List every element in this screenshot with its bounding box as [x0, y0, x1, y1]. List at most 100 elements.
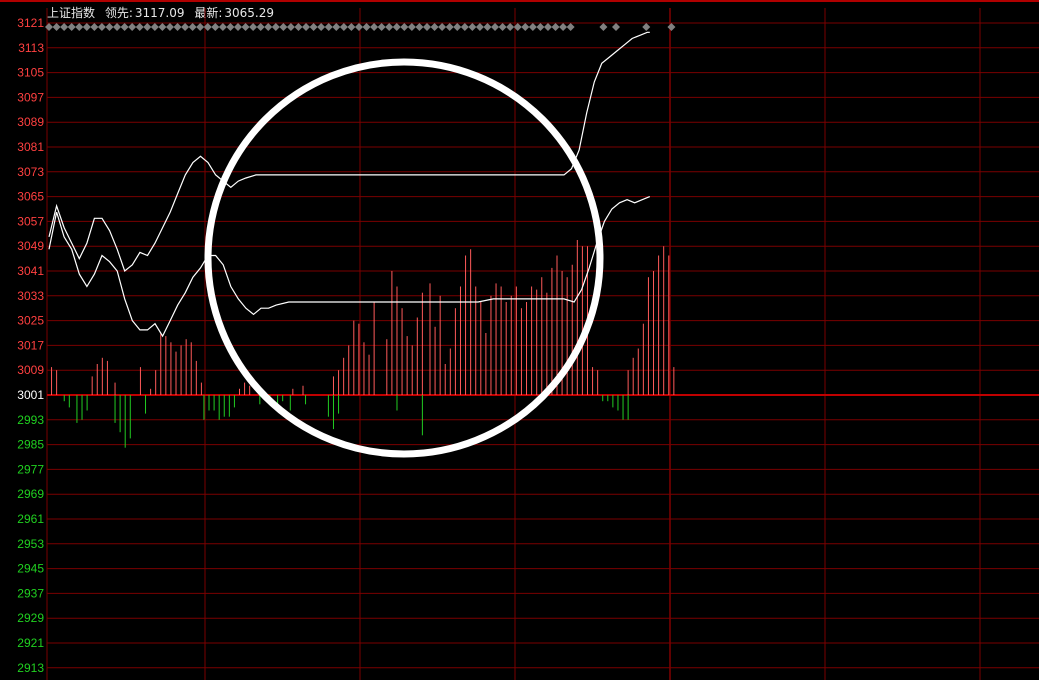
y-tick-label: 3073 — [17, 165, 44, 179]
top-marker — [521, 23, 530, 31]
top-marker — [475, 23, 484, 31]
top-marker — [445, 23, 454, 31]
top-marker — [173, 23, 182, 31]
y-tick-label: 3065 — [17, 190, 44, 204]
top-marker — [362, 23, 371, 31]
y-tick-label: 3041 — [17, 264, 44, 278]
top-marker — [256, 23, 265, 31]
y-tick-label: 2985 — [17, 438, 44, 452]
top-marker — [559, 23, 568, 31]
top-marker — [143, 23, 152, 31]
y-tick-label: 2961 — [17, 512, 44, 526]
top-marker — [642, 23, 651, 31]
y-tick-label: 3017 — [17, 338, 44, 352]
series-line-lead — [48, 196, 651, 338]
top-marker — [324, 23, 333, 31]
top-marker — [438, 23, 447, 31]
top-marker — [286, 23, 295, 31]
top-marker — [483, 23, 492, 31]
top-marker — [279, 23, 288, 31]
y-tick-label: 3113 — [18, 41, 44, 55]
top-marker — [234, 23, 242, 31]
y-tick-label: 2921 — [17, 636, 44, 650]
top-marker — [423, 23, 431, 31]
top-marker — [392, 23, 401, 31]
top-marker — [67, 23, 76, 31]
top-marker — [453, 23, 462, 31]
top-marker — [135, 23, 144, 31]
top-marker — [377, 23, 386, 31]
y-tick-label: 2929 — [17, 611, 44, 625]
y-tick-label: 3049 — [17, 239, 44, 253]
top-marker — [82, 23, 91, 31]
top-marker — [158, 23, 167, 31]
top-marker — [612, 23, 620, 31]
top-marker — [113, 23, 122, 31]
top-marker — [407, 23, 416, 31]
top-marker — [97, 23, 106, 31]
top-marker — [370, 23, 379, 31]
top-marker — [294, 23, 303, 31]
top-marker — [165, 23, 174, 31]
y-tick-label: 2993 — [17, 413, 44, 427]
top-marker — [468, 23, 477, 31]
top-marker — [271, 23, 280, 31]
top-marker — [430, 23, 439, 31]
top-marker — [52, 23, 61, 31]
top-marker — [566, 23, 575, 31]
y-tick-label: 3089 — [17, 115, 44, 129]
price-lines — [48, 31, 651, 338]
top-marker — [339, 23, 348, 31]
y-tick-label: 2953 — [17, 537, 44, 551]
top-marker — [105, 23, 114, 31]
top-marker — [317, 23, 326, 31]
top-marker — [536, 23, 545, 31]
y-tick-label: 3001 — [17, 388, 44, 402]
y-tick-label: 3025 — [17, 314, 44, 328]
y-tick-label: 3057 — [17, 214, 44, 228]
y-tick-label: 2937 — [17, 586, 44, 600]
grid-lines — [46, 8, 1039, 680]
top-marker — [543, 23, 552, 31]
y-tick-label: 2969 — [17, 487, 44, 501]
top-marker — [75, 23, 84, 31]
top-marker — [667, 23, 676, 31]
top-marker — [128, 23, 137, 31]
y-tick-label: 3105 — [17, 66, 44, 80]
top-marker — [60, 23, 69, 31]
y-tick-label: 2977 — [17, 462, 44, 476]
top-marker — [196, 23, 205, 31]
top-marker — [249, 23, 258, 31]
top-marker — [551, 23, 560, 31]
top-marker — [241, 23, 250, 31]
top-marker — [302, 23, 311, 31]
top-marker — [309, 23, 318, 31]
y-tick-label: 3009 — [17, 363, 44, 377]
top-marker — [347, 23, 356, 31]
top-marker — [498, 23, 507, 31]
intraday-chart[interactable]: 3121 3113 3105 3097 3089 3081 3073 3065 3057 3049… — [0, 0, 1039, 680]
top-marker — [400, 23, 409, 31]
top-marker — [460, 23, 469, 31]
top-marker — [188, 23, 197, 31]
top-marker — [491, 23, 500, 31]
top-marker — [264, 23, 273, 31]
top-marker — [226, 23, 235, 31]
y-tick-label: 2945 — [17, 562, 44, 576]
top-marker — [506, 23, 515, 31]
y-tick-label: 3121 — [17, 16, 44, 30]
y-tick-label: 3033 — [17, 289, 44, 303]
top-marker — [354, 23, 363, 31]
top-marker — [181, 23, 190, 31]
top-marker — [211, 23, 220, 31]
y-axis-labels: 3121 3113 3105 3097 3089 3081 3073 3065 3057 3049… — [17, 16, 44, 675]
y-tick-label: 2913 — [17, 661, 44, 675]
top-marker — [90, 23, 99, 31]
y-tick-label: 3081 — [17, 140, 44, 154]
top-marker — [150, 23, 159, 31]
top-marker — [332, 23, 341, 31]
top-marker — [385, 23, 394, 31]
y-tick-label: 3097 — [17, 90, 44, 104]
top-marker — [45, 23, 53, 31]
top-marker — [528, 23, 537, 31]
